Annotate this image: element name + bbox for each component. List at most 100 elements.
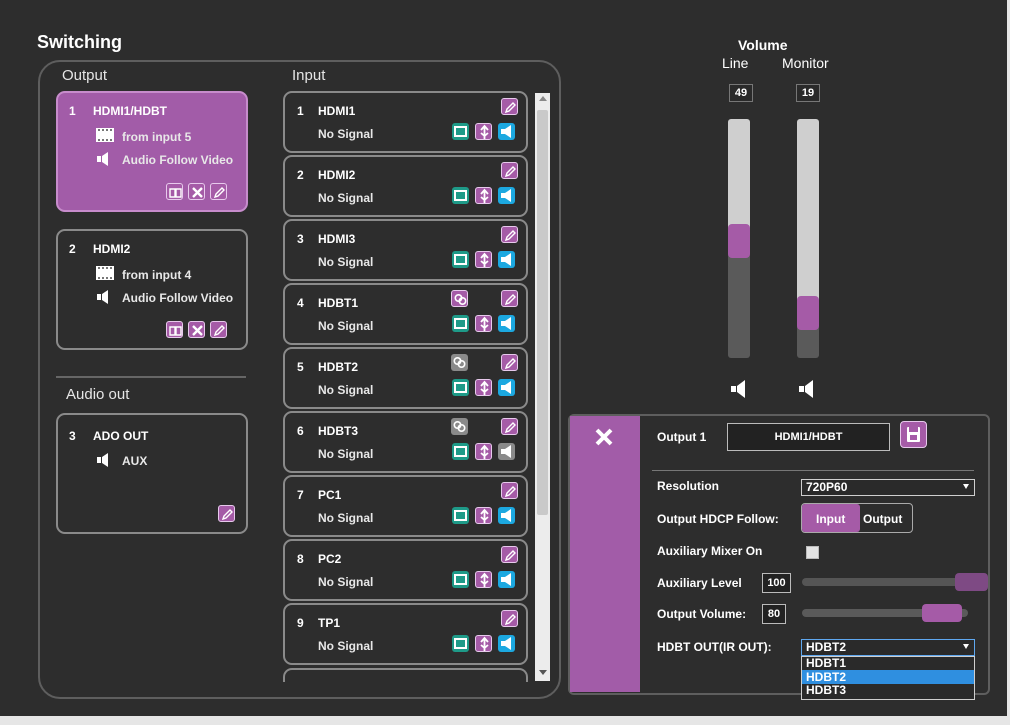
input-number: 7 <box>297 488 304 502</box>
input-card-9[interactable]: 9 TP1 No Signal <box>283 603 528 665</box>
usb-icon[interactable] <box>475 443 492 460</box>
input-card-6[interactable]: 6 HDBT3 No Signal <box>283 411 528 473</box>
input-number: 6 <box>297 424 304 438</box>
input-name: PC2 <box>318 552 342 566</box>
line-volume-knob[interactable] <box>728 224 750 258</box>
input-status: No Signal <box>318 575 374 589</box>
input-card-2[interactable]: 2 HDMI2 No Signal <box>283 155 528 217</box>
aux-level-slider[interactable] <box>802 578 968 586</box>
hdcp-output-option[interactable]: Output <box>863 512 902 526</box>
film-icon[interactable] <box>452 315 469 332</box>
usb-icon[interactable] <box>475 571 492 588</box>
speaker-icon[interactable] <box>498 443 515 460</box>
film-icon[interactable] <box>452 379 469 396</box>
film-icon[interactable] <box>452 571 469 588</box>
input-name: TP1 <box>318 616 341 630</box>
scrollbar-thumb[interactable] <box>537 110 548 515</box>
edit-icon[interactable] <box>501 546 518 563</box>
divider <box>56 376 246 378</box>
speaker-icon[interactable] <box>498 571 515 588</box>
aux-mixer-checkbox[interactable] <box>806 546 819 559</box>
edit-icon[interactable] <box>501 98 518 115</box>
aux-level-knob[interactable] <box>955 573 988 591</box>
edit-icon[interactable] <box>501 418 518 435</box>
close-icon[interactable] <box>594 427 614 452</box>
speaker-icon[interactable] <box>498 315 515 332</box>
usb-icon[interactable] <box>475 507 492 524</box>
speaker-icon[interactable] <box>498 507 515 524</box>
edit-icon[interactable] <box>501 354 518 371</box>
speaker-icon <box>96 290 112 309</box>
edit-icon[interactable] <box>210 183 227 200</box>
audio-out-number: 3 <box>69 429 76 443</box>
hdbt-option[interactable]: HDBT1 <box>802 657 974 670</box>
input-card-7[interactable]: 7 PC1 No Signal <box>283 475 528 537</box>
film-icon[interactable] <box>452 443 469 460</box>
hdbt-out-select[interactable]: HDBT2 <box>801 639 975 656</box>
edit-icon[interactable] <box>501 482 518 499</box>
resolution-select[interactable]: 720P60 <box>801 479 975 496</box>
edit-icon[interactable] <box>501 610 518 627</box>
link-icon[interactable] <box>451 418 468 435</box>
input-number: 9 <box>297 616 304 630</box>
hdbt-option-highlighted[interactable]: HDBT2 <box>802 670 974 684</box>
hdcp-toggle[interactable]: Input Output <box>801 503 913 533</box>
crossover-icon[interactable] <box>188 183 205 200</box>
edit-icon[interactable] <box>210 321 227 338</box>
usb-icon[interactable] <box>475 123 492 140</box>
monitor-volume-value[interactable]: 19 <box>796 84 820 102</box>
usb-icon[interactable] <box>475 635 492 652</box>
hdbt-option[interactable]: HDBT3 <box>802 684 974 697</box>
output-card-2[interactable]: 2 HDMI2 from input 4 Audio Follow Video <box>56 229 248 350</box>
usb-icon[interactable] <box>475 187 492 204</box>
output-name-field[interactable]: HDMI1/HDBT <box>727 423 890 451</box>
book-icon[interactable] <box>166 183 183 200</box>
input-card-4[interactable]: 4 HDBT1 No Signal <box>283 283 528 345</box>
save-icon[interactable] <box>900 421 927 448</box>
edit-icon[interactable] <box>501 162 518 179</box>
film-icon[interactable] <box>452 507 469 524</box>
volume-title: Volume <box>738 37 788 53</box>
hdcp-input-option[interactable]: Input <box>802 504 860 532</box>
monitor-speaker-icon[interactable] <box>798 380 816 403</box>
input-name: HDMI2 <box>318 168 356 182</box>
aux-level-value[interactable]: 100 <box>762 573 791 593</box>
input-card-8[interactable]: 8 PC2 No Signal <box>283 539 528 601</box>
line-volume-value[interactable]: 49 <box>729 84 753 102</box>
film-icon[interactable] <box>452 123 469 140</box>
film-icon[interactable] <box>452 251 469 268</box>
output-name: HDMI1/HDBT <box>93 104 167 118</box>
input-card-5[interactable]: 5 HDBT2 No Signal <box>283 347 528 409</box>
edit-icon[interactable] <box>218 505 235 522</box>
book-icon[interactable] <box>166 321 183 338</box>
input-card-partial[interactable] <box>283 668 528 682</box>
audio-out-card[interactable]: 3 ADO OUT AUX <box>56 413 248 534</box>
speaker-icon[interactable] <box>498 379 515 396</box>
scroll-down-arrow[interactable] <box>539 670 547 675</box>
film-icon[interactable] <box>452 187 469 204</box>
output-volume-knob[interactable] <box>922 604 962 622</box>
speaker-icon[interactable] <box>498 123 515 140</box>
speaker-icon[interactable] <box>498 187 515 204</box>
line-speaker-icon[interactable] <box>730 380 748 403</box>
speaker-icon[interactable] <box>498 251 515 268</box>
film-icon[interactable] <box>452 635 469 652</box>
input-name: HDBT1 <box>318 296 359 310</box>
usb-icon[interactable] <box>475 315 492 332</box>
edit-icon[interactable] <box>501 290 518 307</box>
link-icon[interactable] <box>451 290 468 307</box>
input-card-1[interactable]: 1 HDMI1 No Signal <box>283 91 528 153</box>
monitor-volume-knob[interactable] <box>797 296 819 330</box>
edit-icon[interactable] <box>501 226 518 243</box>
output-volume-value[interactable]: 80 <box>762 604 786 624</box>
output-source: from input 4 <box>122 268 192 282</box>
link-icon[interactable] <box>451 354 468 371</box>
aux-mixer-label: Auxiliary Mixer On <box>657 544 763 558</box>
scroll-up-arrow[interactable] <box>539 96 547 101</box>
usb-icon[interactable] <box>475 379 492 396</box>
crossover-icon[interactable] <box>188 321 205 338</box>
input-card-3[interactable]: 3 HDMI3 No Signal <box>283 219 528 281</box>
speaker-icon[interactable] <box>498 635 515 652</box>
output-card-1[interactable]: 1 HDMI1/HDBT from input 5 Audio Follow V… <box>56 91 248 212</box>
usb-icon[interactable] <box>475 251 492 268</box>
